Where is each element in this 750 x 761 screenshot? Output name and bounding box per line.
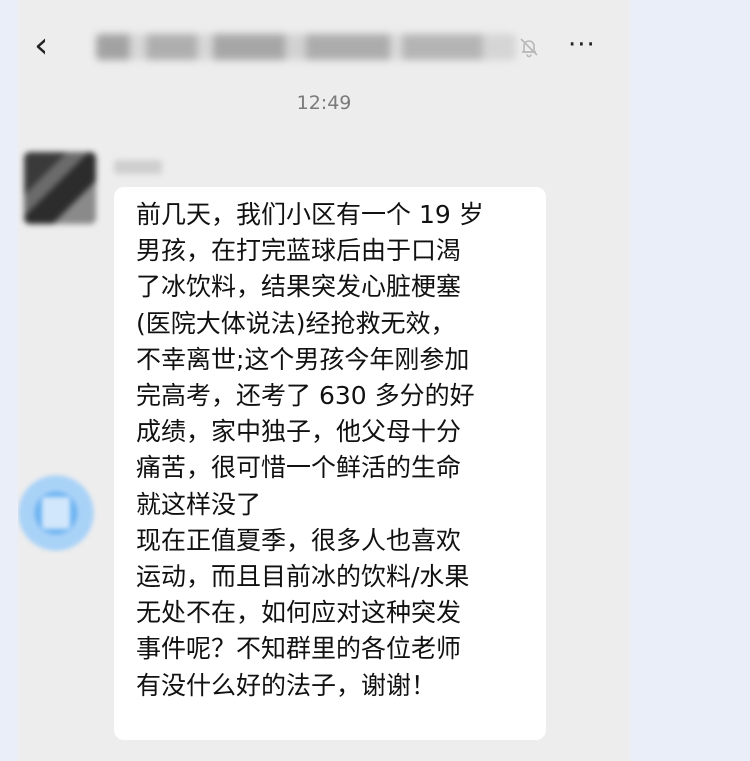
sender-name-blurred [114,160,162,174]
avatar-glyph [42,497,70,529]
chevron-left-icon: ‹ [34,25,49,66]
other-avatar[interactable] [18,475,94,551]
chat-title-blurred[interactable] [96,34,516,60]
sender-avatar[interactable] [24,152,96,224]
more-button[interactable]: ··· [568,30,608,60]
back-button[interactable]: ‹ [34,28,54,64]
message-text: 前几天，我们小区有一个 19 岁 男孩，在打完蓝球后由于口渴 了冰饮料，结果突发… [136,200,484,700]
chat-header: ‹ ··· [18,0,630,95]
message-bubble[interactable]: 前几天，我们小区有一个 19 岁 男孩，在打完蓝球后由于口渴 了冰饮料，结果突发… [114,187,546,740]
chat-screen: ‹ ··· 12:49 前几天，我们小区有一个 19 岁 男孩，在打完蓝球后由于… [18,0,630,761]
bell-off-icon [518,36,542,60]
message-timestamp: 12:49 [296,92,352,114]
more-dots-icon: ··· [568,30,596,60]
